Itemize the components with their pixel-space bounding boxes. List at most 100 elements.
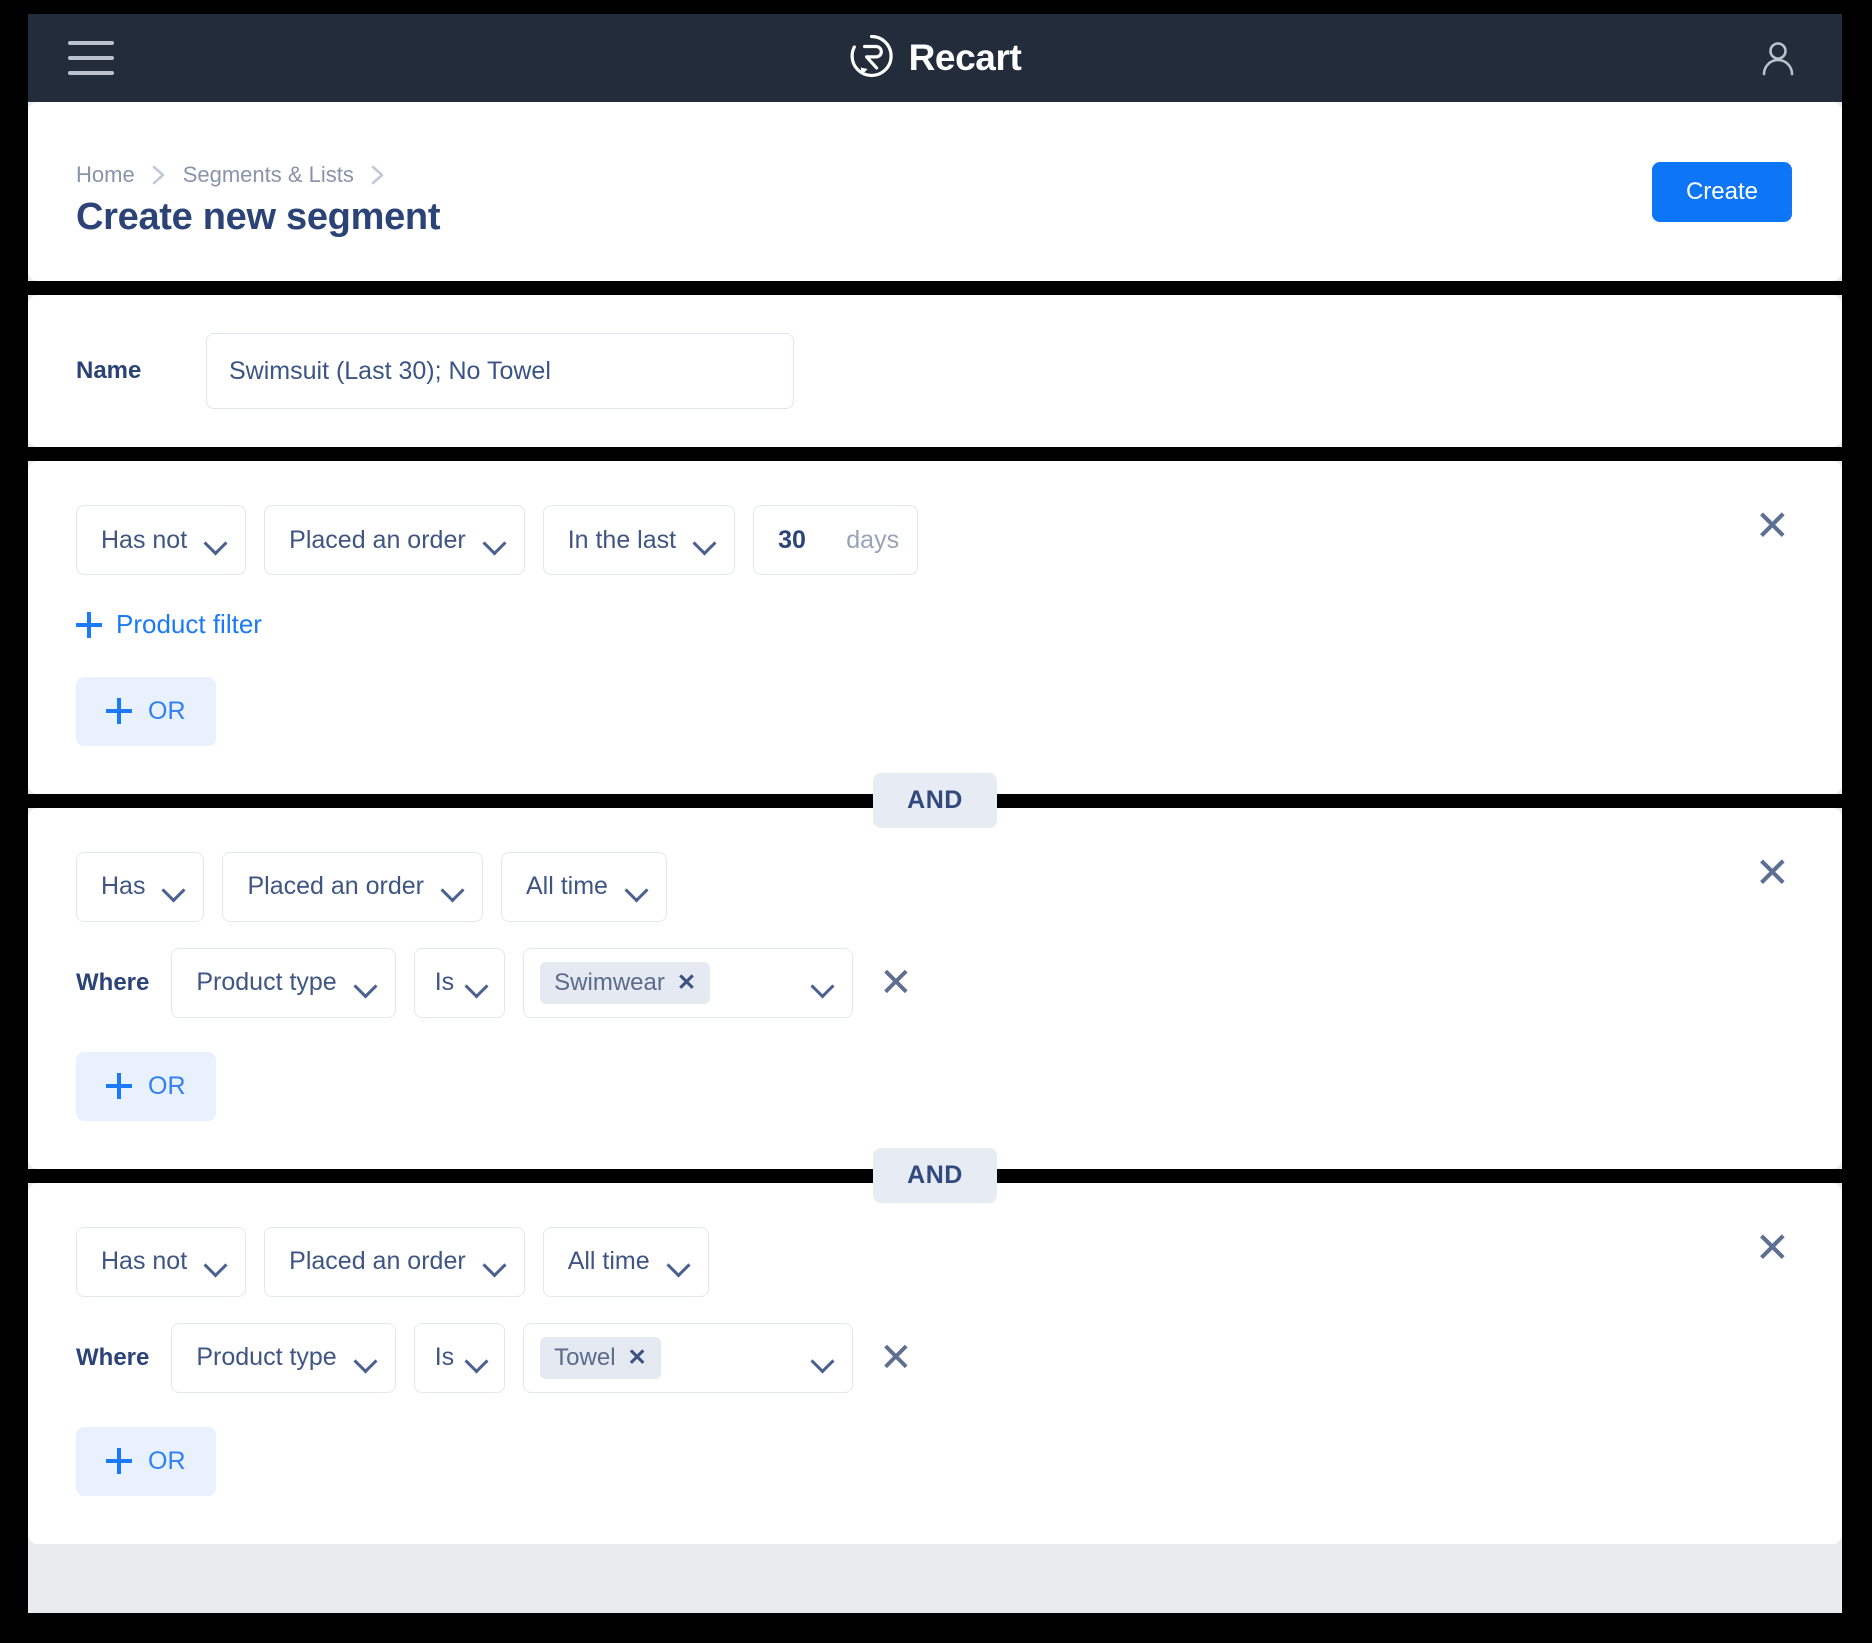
add-or-label: OR xyxy=(148,696,186,725)
device-frame: Recart Home Segments & Lists Create new … xyxy=(0,0,1872,1643)
breadcrumb: Home Segments & Lists xyxy=(76,162,440,188)
chevron-down-icon xyxy=(814,1353,832,1363)
operator-select-2[interactable]: Has xyxy=(76,851,205,922)
recart-logo-icon xyxy=(849,33,895,84)
chevron-down-icon xyxy=(628,882,646,892)
add-product-filter-label: Product filter xyxy=(116,609,262,639)
chevron-down-icon xyxy=(468,1353,486,1363)
days-unit: days xyxy=(846,525,900,554)
add-or-button-3[interactable]: OR xyxy=(76,1426,216,1496)
chevron-down-icon xyxy=(357,1353,375,1363)
user-account-icon[interactable] xyxy=(1752,32,1804,84)
value-multiselect-2[interactable]: Swimwear ✕ xyxy=(523,947,854,1018)
chevron-down-icon xyxy=(207,535,225,545)
timeframe-select-2[interactable]: All time xyxy=(500,851,667,922)
chevron-down-icon xyxy=(357,978,375,988)
where-label: Where xyxy=(76,1343,150,1371)
card-gutter xyxy=(28,447,1842,461)
plus-icon xyxy=(106,1448,132,1474)
timeframe-value: All time xyxy=(567,1247,650,1275)
add-or-button-2[interactable]: OR xyxy=(76,1051,216,1121)
and-separator-1: AND xyxy=(28,773,1842,828)
timeframe-value: All time xyxy=(525,872,608,900)
remove-tag-icon[interactable]: ✕ xyxy=(628,1344,647,1371)
card-gutter xyxy=(28,281,1842,295)
brand-logo[interactable]: Recart xyxy=(849,33,1022,84)
value-multiselect-3[interactable]: Towel ✕ xyxy=(523,1322,854,1393)
timeframe-select-1[interactable]: In the last xyxy=(542,505,736,575)
remove-group-3-icon[interactable]: ✕ xyxy=(1755,1226,1790,1269)
remove-product-filter-2-icon[interactable]: ✕ xyxy=(871,959,921,1007)
attribute-select-3[interactable]: Product type xyxy=(171,1322,396,1393)
remove-product-filter-3-icon[interactable]: ✕ xyxy=(871,1334,921,1382)
and-badge: AND xyxy=(873,773,997,828)
condition-row: Has Placed an order All time xyxy=(76,851,1794,922)
create-button[interactable]: Create xyxy=(1651,162,1792,222)
page-title: Create new segment xyxy=(76,196,441,238)
segment-name-section: Name xyxy=(28,295,1842,447)
condition-row: Has not Placed an order All time xyxy=(76,1226,1794,1297)
comparator-select-3[interactable]: Is xyxy=(413,1322,506,1393)
chevron-right-icon xyxy=(368,162,388,188)
event-select-3[interactable]: Placed an order xyxy=(264,1226,525,1297)
condition-group-1: ✕ Has not Placed an order In the last 30… xyxy=(28,461,1842,794)
plus-icon xyxy=(106,698,132,724)
selected-tag: Swimwear ✕ xyxy=(540,961,711,1004)
remove-tag-icon[interactable]: ✕ xyxy=(677,969,696,996)
attribute-select-2[interactable]: Product type xyxy=(171,947,396,1018)
chevron-right-icon xyxy=(149,162,169,188)
event-value: Placed an order xyxy=(247,872,424,900)
add-or-label: OR xyxy=(148,1446,186,1475)
event-select-2[interactable]: Placed an order xyxy=(222,851,483,922)
comparator-value: Is xyxy=(434,1343,455,1371)
segment-name-label: Name xyxy=(76,357,142,384)
days-value: 30 xyxy=(778,525,806,554)
chevron-down-icon xyxy=(696,535,714,545)
and-separator-2: AND xyxy=(28,1148,1842,1203)
remove-group-1-icon[interactable]: ✕ xyxy=(1755,505,1790,547)
and-badge: AND xyxy=(873,1148,997,1203)
event-value: Placed an order xyxy=(289,525,466,554)
app-window: Recart Home Segments & Lists Create new … xyxy=(28,14,1842,1613)
days-input-1[interactable]: 30 days xyxy=(753,505,919,575)
timeframe-select-3[interactable]: All time xyxy=(542,1226,709,1297)
hamburger-menu-icon[interactable] xyxy=(68,41,114,75)
product-filter-row-3: Where Product type Is Towel ✕ ✕ xyxy=(76,1322,1794,1393)
event-value: Placed an order xyxy=(289,1247,466,1275)
operator-select-3[interactable]: Has not xyxy=(76,1226,247,1297)
comparator-select-2[interactable]: Is xyxy=(413,947,506,1018)
selected-tag-label: Swimwear xyxy=(554,968,665,996)
operator-value: Has not xyxy=(101,525,188,554)
chevron-down-icon xyxy=(814,978,832,988)
event-select-1[interactable]: Placed an order xyxy=(264,505,525,575)
segment-name-input[interactable] xyxy=(206,333,794,409)
chevron-down-icon xyxy=(468,978,486,988)
header-left: Home Segments & Lists Create new segment xyxy=(76,162,440,239)
plus-icon xyxy=(76,611,102,638)
where-label: Where xyxy=(76,968,150,996)
operator-value: Has xyxy=(101,872,146,900)
page-header: Home Segments & Lists Create new segment… xyxy=(28,102,1842,281)
plus-icon xyxy=(106,1073,132,1099)
selected-tag: Towel ✕ xyxy=(540,1336,661,1379)
chevron-down-icon xyxy=(486,535,504,545)
chevron-down-icon xyxy=(207,1257,225,1267)
attribute-value: Product type xyxy=(196,1343,337,1371)
remove-group-2-icon[interactable]: ✕ xyxy=(1755,851,1790,894)
comparator-value: Is xyxy=(434,968,455,996)
top-navigation-bar: Recart xyxy=(28,14,1842,102)
add-or-button-1[interactable]: OR xyxy=(76,676,216,746)
breadcrumb-item-home[interactable]: Home xyxy=(76,162,135,188)
product-filter-row-2: Where Product type Is Swimwear ✕ ✕ xyxy=(76,947,1794,1018)
operator-select-1[interactable]: Has not xyxy=(76,505,247,575)
chevron-down-icon xyxy=(165,882,183,892)
chevron-down-icon xyxy=(486,1257,504,1267)
condition-group-3: ✕ Has not Placed an order All time Where xyxy=(28,1182,1842,1544)
chevron-down-icon xyxy=(670,1257,688,1267)
operator-value: Has not xyxy=(101,1247,188,1275)
chevron-down-icon xyxy=(444,882,462,892)
breadcrumb-item-segments-lists[interactable]: Segments & Lists xyxy=(183,162,354,188)
condition-row: Has not Placed an order In the last 30 d… xyxy=(76,505,1794,575)
add-product-filter-button-1[interactable]: Product filter xyxy=(76,609,262,640)
selected-tag-label: Towel xyxy=(554,1343,616,1371)
